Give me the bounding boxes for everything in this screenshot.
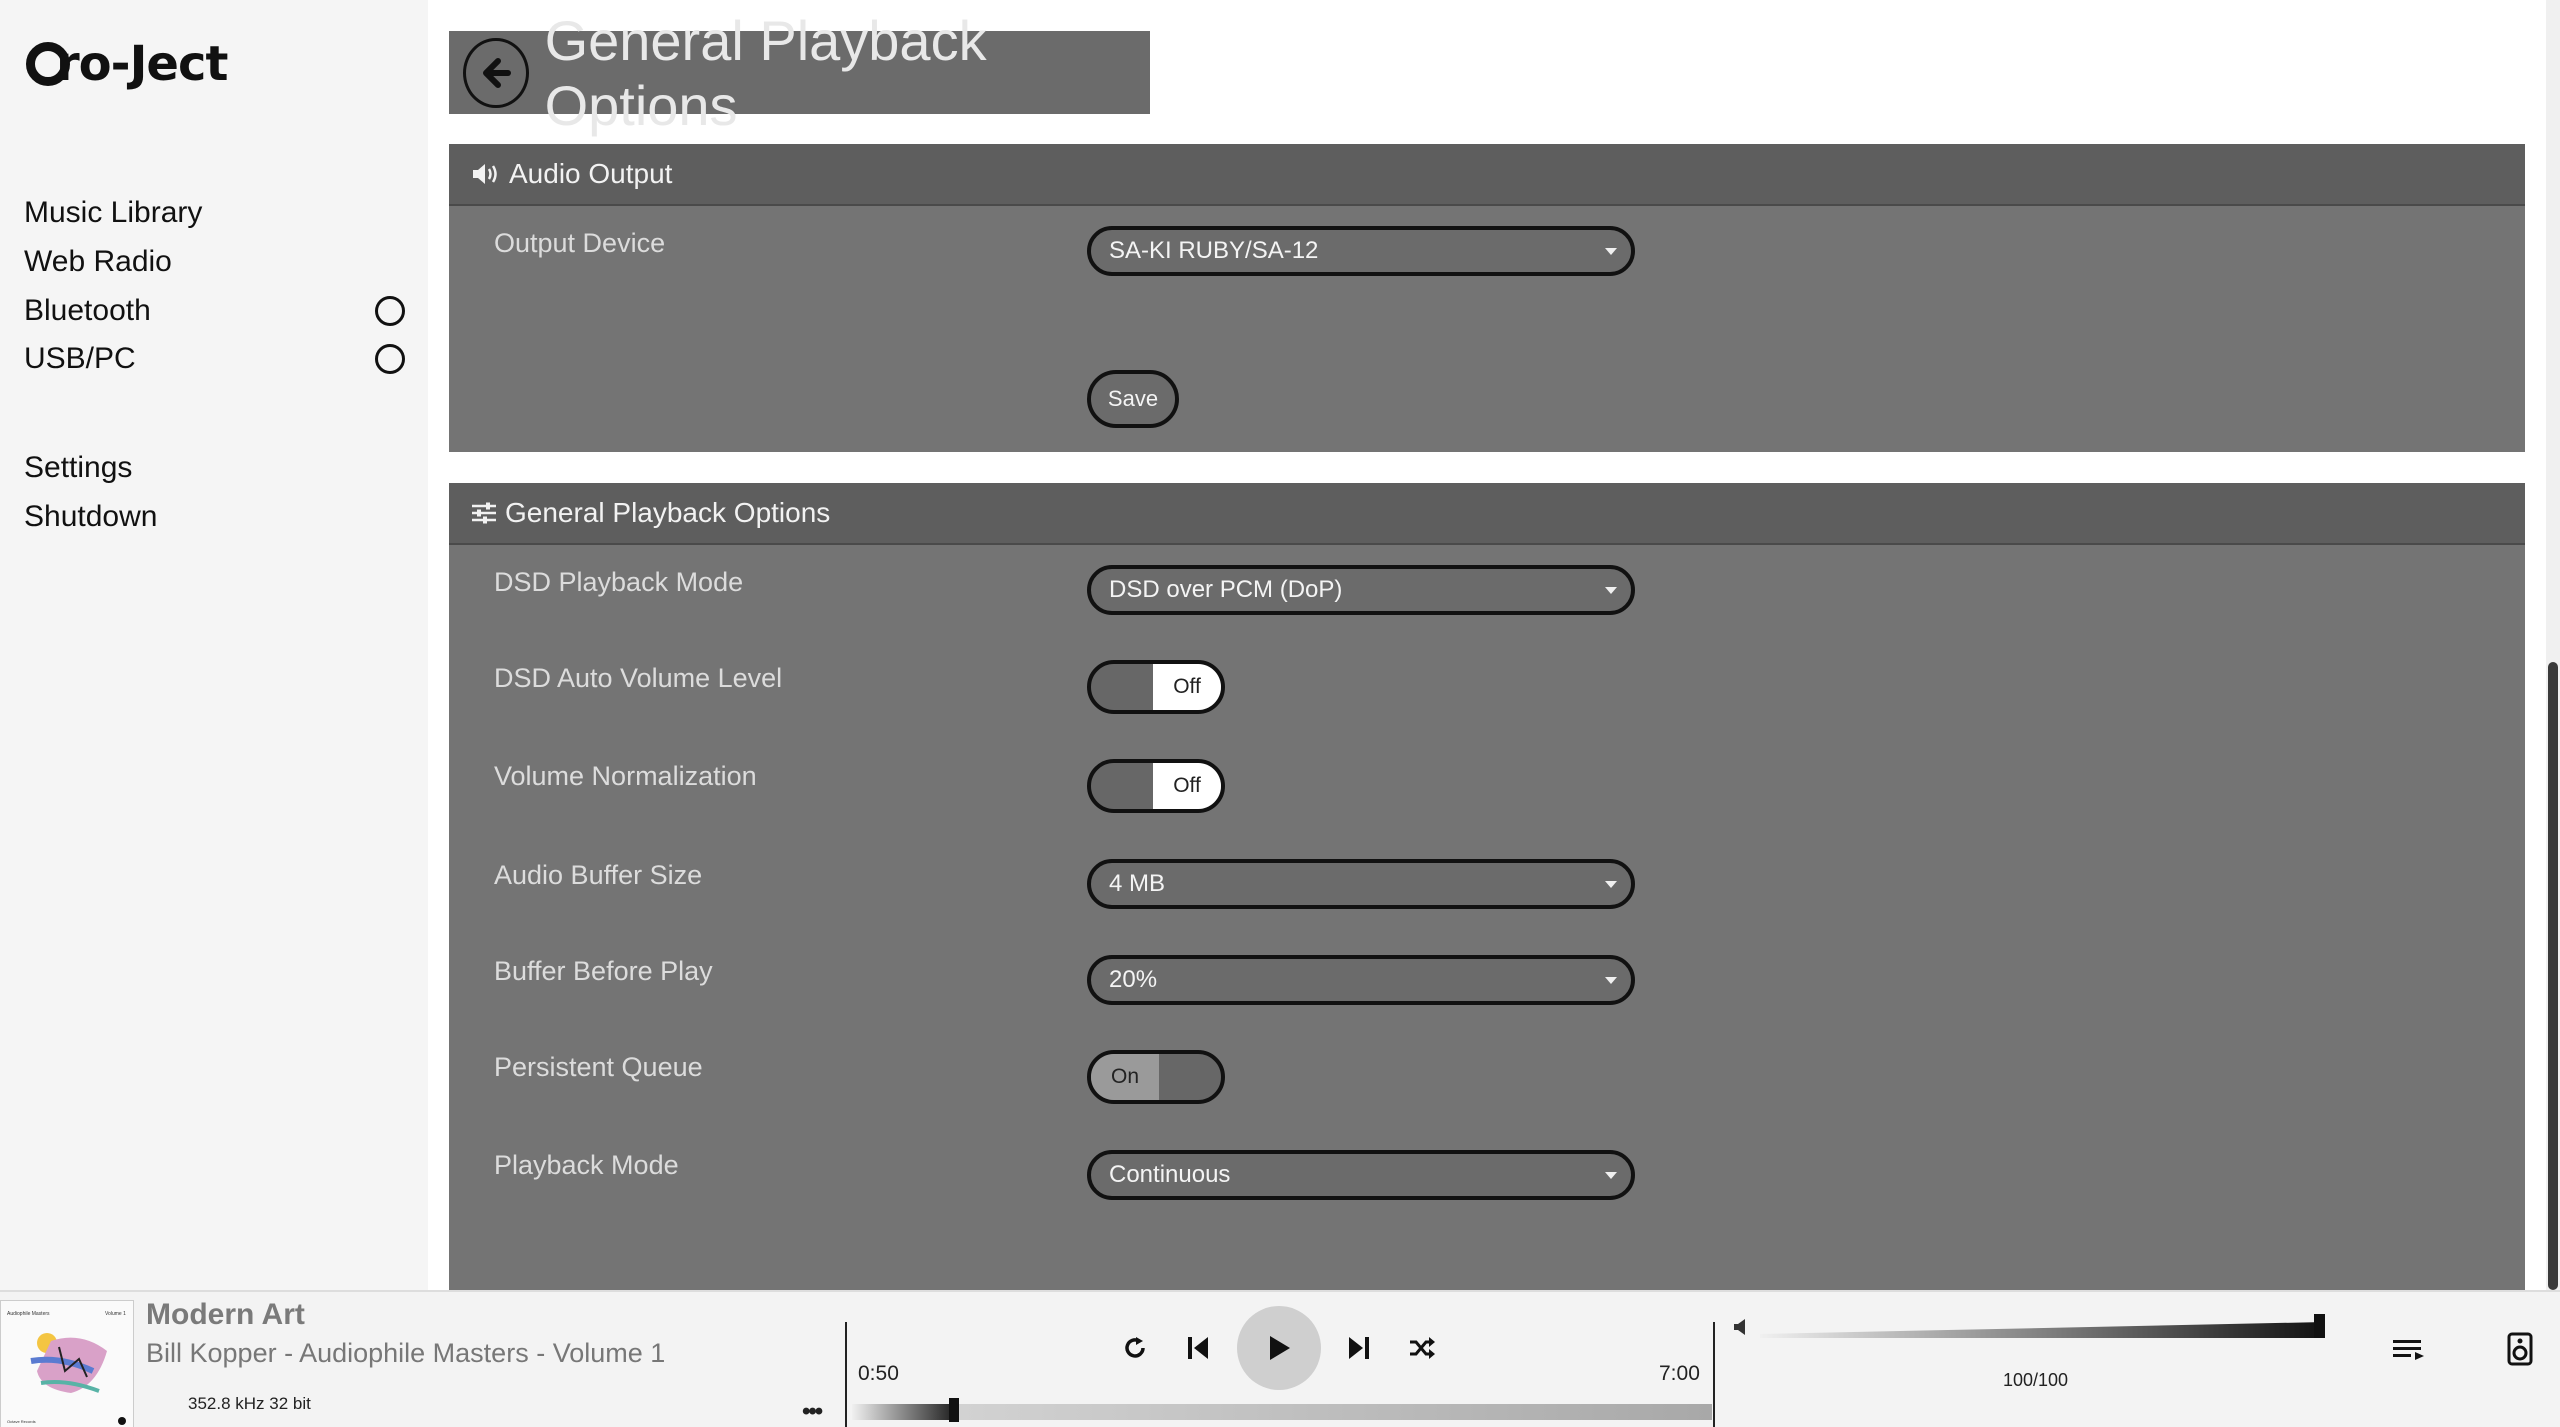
track-title[interactable]: Modern Art bbox=[146, 1298, 305, 1332]
sliders-icon bbox=[472, 502, 496, 524]
player-bar: Audiophile Masters Volume 1 Octave Recor… bbox=[0, 1290, 2560, 1427]
dsd-mode-label: DSD Playback Mode bbox=[494, 567, 744, 597]
buffer-before-play-label: Buffer Before Play bbox=[494, 956, 713, 986]
main-content: General Playback Options Audio Output Ou… bbox=[449, 0, 2525, 1290]
volume-slider-handle[interactable] bbox=[2314, 1314, 2325, 1338]
volume-icon bbox=[1734, 1319, 1745, 1335]
usb-pc-radio-icon[interactable] bbox=[375, 344, 405, 374]
output-device-label: Output Device bbox=[494, 228, 666, 258]
scrollbar[interactable] bbox=[2546, 0, 2560, 1290]
volume-slider[interactable] bbox=[1760, 1314, 2325, 1340]
playback-mode-label: Playback Mode bbox=[494, 1150, 679, 1180]
sidebar-item-settings[interactable]: Settings bbox=[24, 451, 132, 485]
page-header: General Playback Options bbox=[449, 9, 1150, 137]
sidebar: ro-Ject Music Library Web Radio Bluetoot… bbox=[0, 0, 428, 1290]
caret-down-icon bbox=[1605, 248, 1617, 255]
caret-down-icon bbox=[1605, 587, 1617, 594]
elapsed-time: 0:50 bbox=[858, 1362, 899, 1385]
speaker-select-button[interactable] bbox=[2504, 1330, 2536, 1368]
volume-normalization-toggle[interactable]: Off bbox=[1087, 759, 1225, 813]
caret-down-icon bbox=[1605, 881, 1617, 888]
page-title: General Playback Options bbox=[544, 8, 987, 137]
play-icon bbox=[1270, 1336, 1290, 1360]
queue-button[interactable] bbox=[2392, 1334, 2426, 1364]
playback-mode-select[interactable]: Continuous bbox=[1087, 1150, 1635, 1200]
back-button[interactable] bbox=[463, 37, 529, 108]
toggle-state: Off bbox=[1153, 763, 1221, 809]
seek-bar[interactable] bbox=[852, 1398, 1712, 1422]
cover-subtitle: Volume 1 bbox=[105, 1311, 126, 1317]
dsd-mode-select[interactable]: DSD over PCM (DoP) bbox=[1087, 565, 1635, 615]
volume-value: 100/100 bbox=[2003, 1370, 2069, 1390]
buffer-size-select[interactable]: 4 MB bbox=[1087, 859, 1635, 909]
scrollbar-thumb[interactable] bbox=[2548, 662, 2558, 1290]
sidebar-item-bluetooth[interactable]: Bluetooth bbox=[24, 294, 151, 328]
volume-normalization-label: Volume Normalization bbox=[494, 761, 757, 791]
skip-previous-icon bbox=[1188, 1337, 1208, 1359]
album-cover[interactable]: Audiophile Masters Volume 1 Octave Recor… bbox=[0, 1300, 134, 1427]
queue-list-icon bbox=[2393, 1340, 2424, 1360]
caret-down-icon bbox=[1605, 1172, 1617, 1179]
dsd-auto-volume-label: DSD Auto Volume Level bbox=[494, 663, 783, 693]
audio-format: 352.8 kHz 32 bit bbox=[188, 1394, 311, 1413]
persistent-queue-toggle[interactable]: On bbox=[1087, 1050, 1225, 1104]
seek-bar-fill bbox=[852, 1404, 955, 1420]
logo-text: ro-Ject bbox=[56, 36, 228, 92]
speaker-device-icon bbox=[2507, 1332, 2533, 1366]
persistent-queue-label: Persistent Queue bbox=[494, 1052, 703, 1082]
repeat-icon bbox=[1125, 1337, 1145, 1358]
divider bbox=[845, 1322, 847, 1427]
buffer-size-value: 4 MB bbox=[1109, 870, 1166, 897]
next-button[interactable] bbox=[1343, 1332, 1375, 1364]
save-button[interactable]: Save bbox=[1087, 370, 1179, 428]
play-button[interactable] bbox=[1237, 1306, 1321, 1390]
sidebar-item-web-radio[interactable]: Web Radio bbox=[24, 245, 172, 279]
previous-button[interactable] bbox=[1182, 1332, 1214, 1364]
sidebar-item-usb-pc[interactable]: USB/PC bbox=[24, 342, 136, 376]
sidebar-item-music-library[interactable]: Music Library bbox=[24, 196, 202, 230]
shuffle-icon bbox=[1410, 1337, 1435, 1359]
playback-options-header: General Playback Options bbox=[449, 483, 2525, 545]
volume-wedge bbox=[1760, 1322, 2325, 1338]
caret-down-icon bbox=[1605, 977, 1617, 984]
speaker-icon bbox=[473, 164, 497, 184]
bluetooth-radio-icon[interactable] bbox=[375, 296, 405, 326]
track-artist[interactable]: Bill Kopper - Audiophile Masters - Volum… bbox=[146, 1338, 665, 1369]
buffer-before-play-value: 20% bbox=[1109, 966, 1158, 993]
audio-output-header: Audio Output bbox=[449, 144, 2525, 206]
output-device-value: SA-KI RUBY/SA-12 bbox=[1109, 237, 1319, 264]
seek-bar-handle[interactable] bbox=[949, 1398, 960, 1422]
cover-title: Audiophile Masters bbox=[7, 1311, 50, 1317]
playback-mode-value: Continuous bbox=[1109, 1161, 1231, 1188]
buffer-before-play-select[interactable]: 20% bbox=[1087, 955, 1635, 1005]
more-options-icon[interactable]: ••• bbox=[802, 1398, 823, 1426]
album-art-image: Audiophile Masters Volume 1 Octave Recor… bbox=[1, 1301, 133, 1427]
arrow-left-icon bbox=[482, 57, 511, 88]
audio-output-panel: Audio Output Output Device SA-KI RUBY/SA… bbox=[449, 144, 2525, 452]
playback-options-panel: General Playback Options DSD Playback Mo… bbox=[449, 483, 2525, 1290]
output-device-select[interactable]: SA-KI RUBY/SA-12 bbox=[1087, 226, 1635, 276]
repeat-button[interactable] bbox=[1119, 1332, 1151, 1364]
total-time: 7:00 bbox=[1659, 1362, 1700, 1385]
shuffle-button[interactable] bbox=[1406, 1332, 1438, 1364]
toggle-state: On bbox=[1091, 1054, 1159, 1100]
playback-options-heading: General Playback Options bbox=[505, 497, 831, 528]
cover-label: Octave Records bbox=[7, 1419, 36, 1424]
sidebar-item-shutdown[interactable]: Shutdown bbox=[24, 500, 157, 534]
divider bbox=[1713, 1322, 1715, 1427]
volume-button[interactable] bbox=[1730, 1316, 1752, 1338]
buffer-size-label: Audio Buffer Size bbox=[494, 860, 703, 890]
dsd-mode-value: DSD over PCM (DoP) bbox=[1109, 576, 1343, 603]
project-logo[interactable]: ro-Ject bbox=[26, 36, 228, 92]
audio-output-heading: Audio Output bbox=[509, 158, 673, 189]
dsd-auto-volume-toggle[interactable]: Off bbox=[1087, 660, 1225, 714]
toggle-state: Off bbox=[1153, 664, 1221, 710]
skip-next-icon bbox=[1349, 1337, 1369, 1359]
